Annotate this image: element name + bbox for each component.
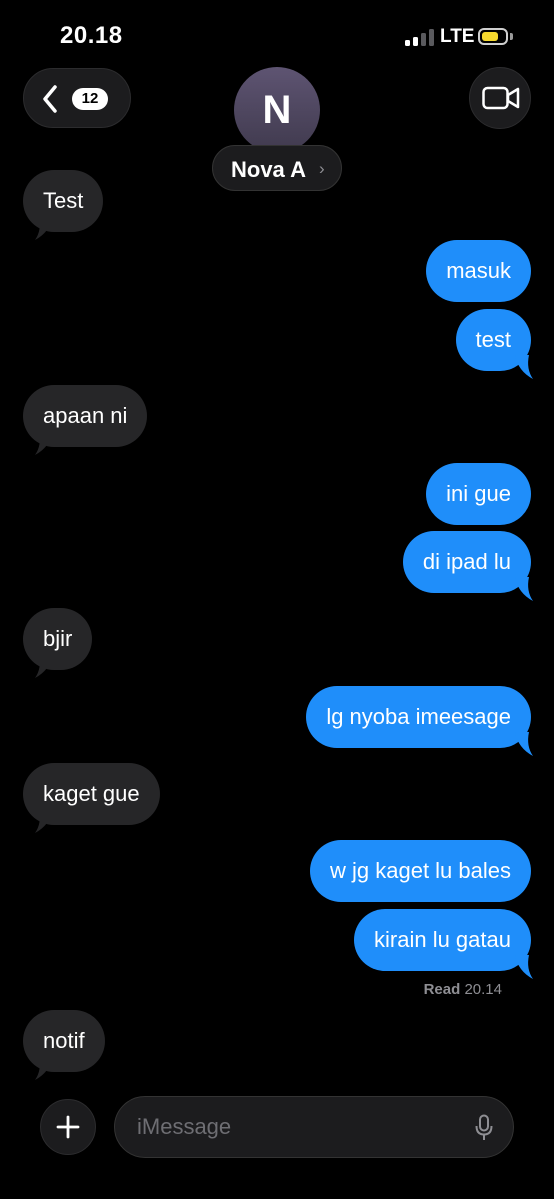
incoming-message-bubble[interactable]: kaget gue bbox=[23, 763, 160, 833]
imessage-input[interactable] bbox=[114, 1096, 514, 1158]
bubble-tail bbox=[515, 732, 533, 756]
battery-nub bbox=[510, 33, 513, 40]
message-text: bjir bbox=[43, 626, 73, 651]
bubble-tail bbox=[515, 355, 533, 379]
chevron-left-icon bbox=[43, 85, 57, 113]
outgoing-message-bubble[interactable]: w jg kaget lu bales bbox=[310, 840, 531, 902]
back-button[interactable]: 12 bbox=[23, 68, 131, 128]
message-text: kaget gue bbox=[43, 781, 140, 806]
outgoing-message-bubble[interactable]: lg nyoba imeesage bbox=[306, 686, 533, 756]
network-type: LTE bbox=[440, 26, 475, 47]
message-text: kirain lu gatau bbox=[374, 927, 511, 952]
facetime-video-button[interactable] bbox=[469, 67, 531, 129]
outgoing-message-bubble[interactable]: di ipad lu bbox=[402, 531, 533, 601]
message-text: lg nyoba imeesage bbox=[326, 704, 511, 729]
signal-bars-icon bbox=[405, 28, 435, 46]
bubble-tail bbox=[35, 654, 53, 678]
incoming-message-bubble[interactable]: notif bbox=[23, 1010, 105, 1080]
add-attachment-button[interactable] bbox=[40, 1099, 96, 1155]
outgoing-message-bubble[interactable]: kirain lu gatau bbox=[354, 909, 533, 979]
battery-level-fill bbox=[482, 32, 498, 41]
chevron-right-icon: › bbox=[319, 159, 325, 178]
bubble-tail bbox=[35, 216, 53, 240]
status-time: 20.18 bbox=[60, 22, 123, 49]
bubble-tail bbox=[515, 577, 533, 601]
unread-count-badge: 12 bbox=[72, 88, 108, 110]
read-time: 20.14 bbox=[464, 981, 502, 998]
video-camera-icon bbox=[482, 86, 520, 110]
outgoing-message-bubble[interactable]: ini gue bbox=[426, 463, 531, 525]
message-text: Test bbox=[43, 188, 84, 213]
outgoing-message-bubble[interactable]: test bbox=[455, 309, 533, 379]
read-label: Read bbox=[423, 981, 461, 998]
contact-name-button[interactable]: Nova A › bbox=[212, 145, 342, 191]
incoming-message-bubble[interactable]: bjir bbox=[23, 608, 93, 678]
incoming-message-bubble[interactable]: apaan ni bbox=[23, 385, 148, 455]
read-receipt: Read 20.14 bbox=[424, 981, 502, 998]
message-text: masuk bbox=[446, 258, 511, 283]
outgoing-message-bubble[interactable]: masuk bbox=[426, 240, 531, 302]
status-bar: 20.18 LTE bbox=[0, 0, 554, 70]
message-text: apaan ni bbox=[43, 403, 128, 428]
plus-icon bbox=[56, 1115, 80, 1139]
message-text: notif bbox=[43, 1028, 85, 1053]
contact-avatar[interactable]: N bbox=[234, 67, 320, 153]
bubble-tail bbox=[515, 955, 533, 979]
message-text: w jg kaget lu bales bbox=[330, 858, 511, 883]
bubble-tail bbox=[35, 809, 53, 833]
battery-icon bbox=[478, 28, 508, 45]
microphone-icon[interactable] bbox=[474, 1114, 494, 1142]
message-text: ini gue bbox=[446, 481, 511, 506]
bubble-tail bbox=[35, 1056, 53, 1080]
incoming-message-bubble[interactable]: Test bbox=[23, 170, 104, 240]
message-text: di ipad lu bbox=[422, 549, 511, 574]
bubble-tail bbox=[35, 431, 53, 455]
contact-name: Nova A bbox=[231, 157, 306, 182]
message-text: test bbox=[475, 327, 511, 352]
